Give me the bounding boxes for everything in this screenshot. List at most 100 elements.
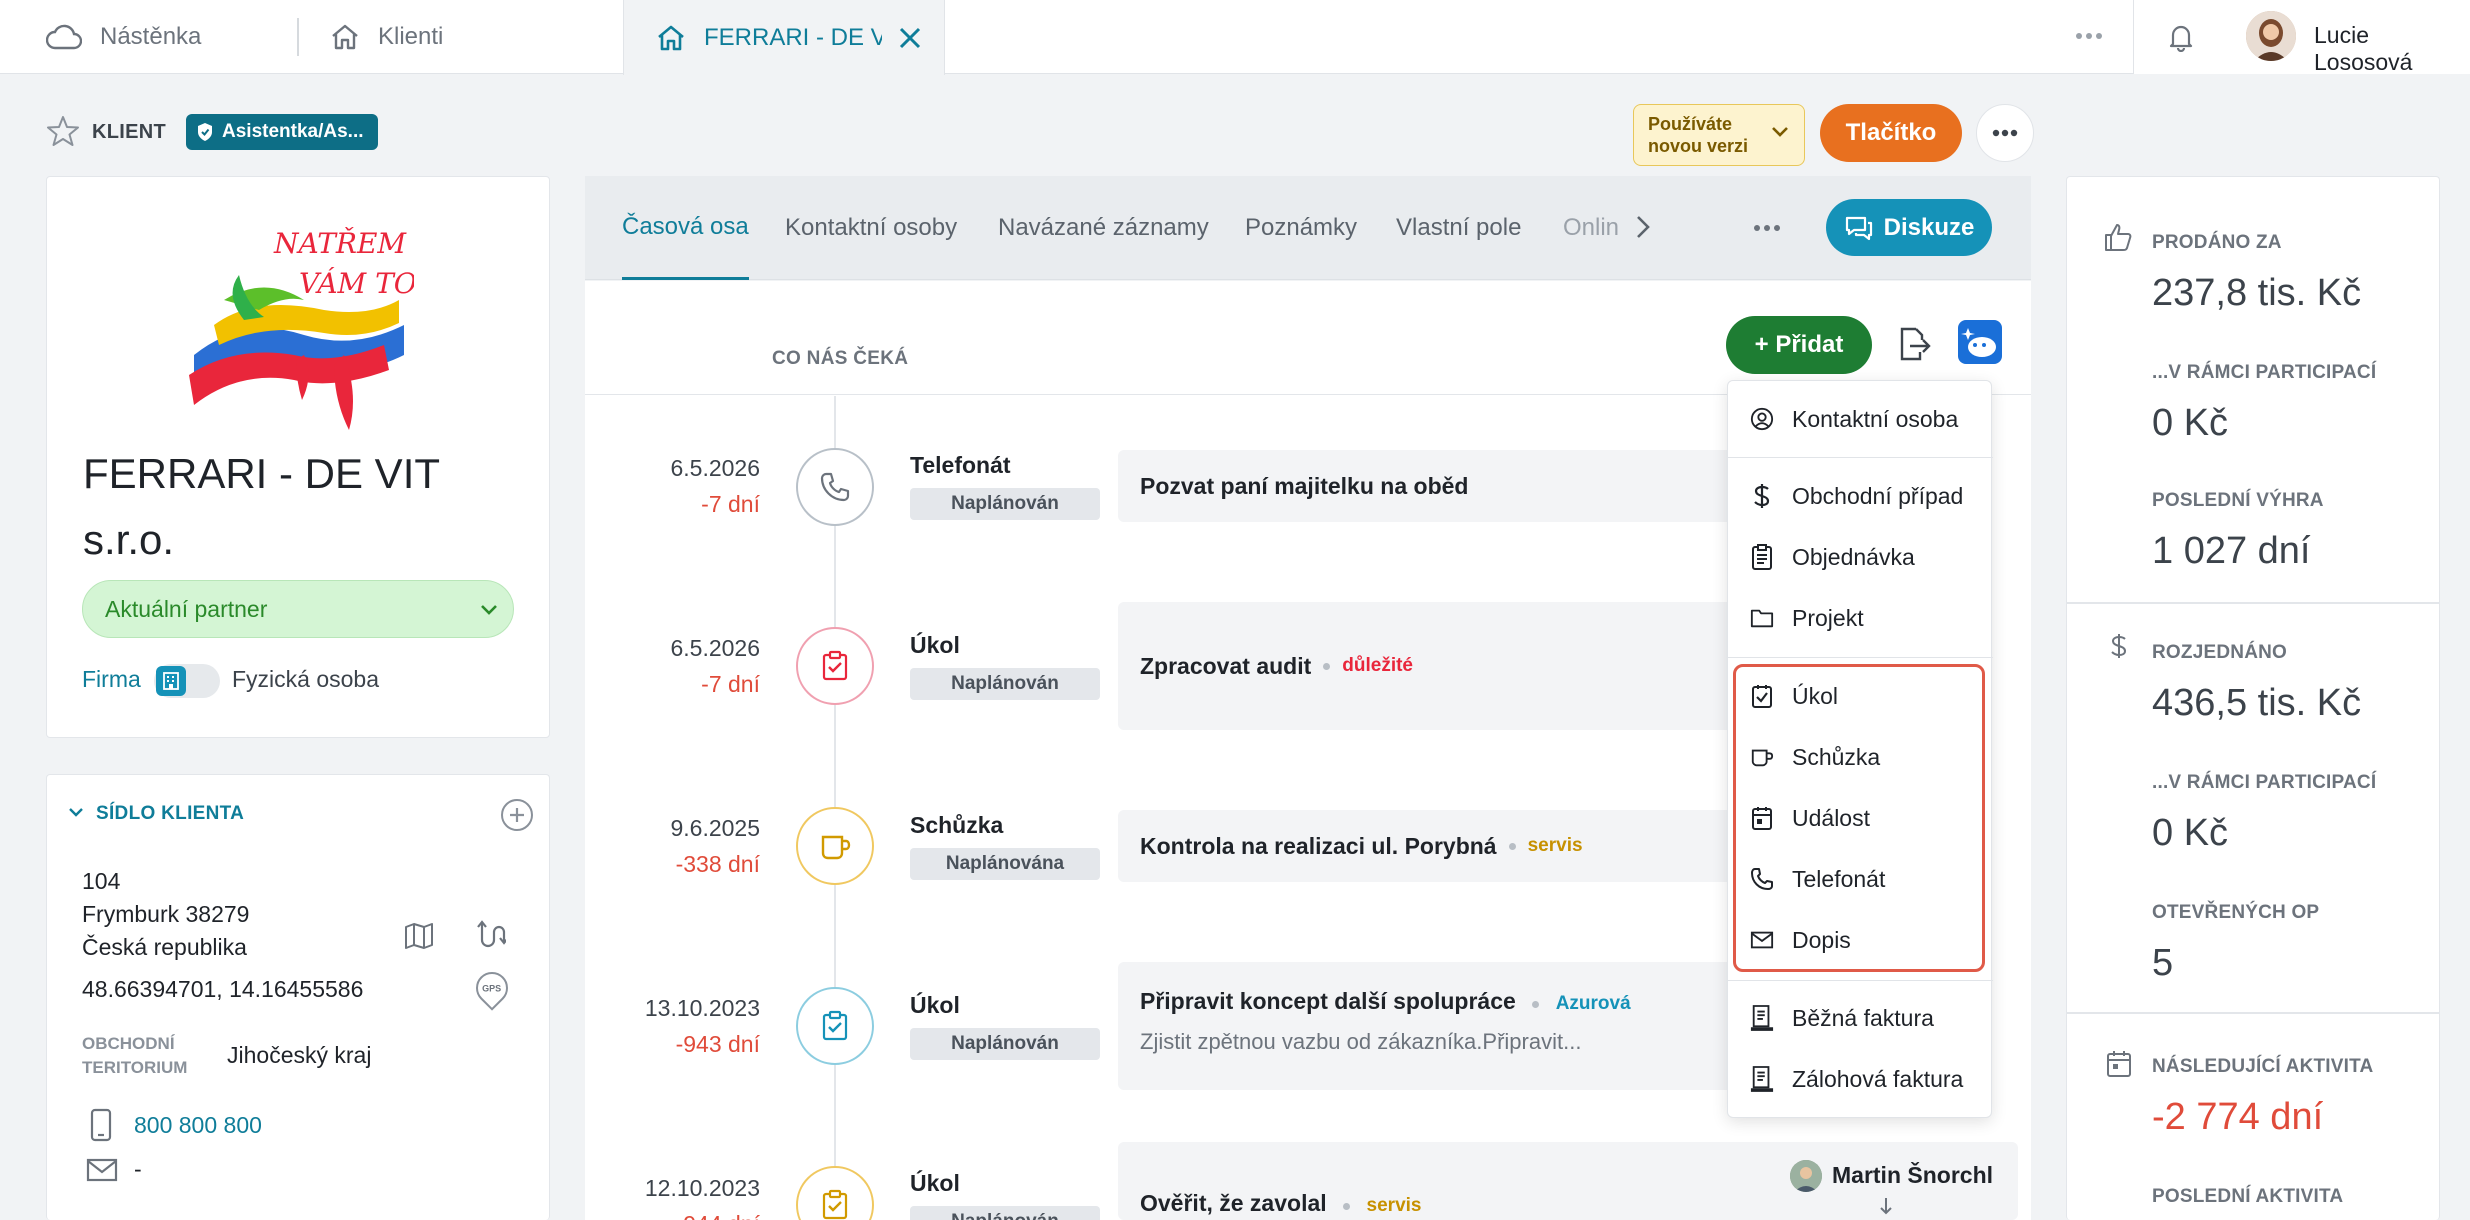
contact-person-icon <box>1750 406 1774 432</box>
menu-item-label: Kontaktní osoba <box>1792 405 1959 432</box>
row-date-value: 6.5.2026 <box>670 635 760 661</box>
activity-card[interactable]: Pozvat paní majitelku na oběd <box>1118 450 1738 522</box>
chevron-down-icon <box>1770 125 1790 139</box>
row-date: 6.5.2026 -7 dní <box>600 450 760 522</box>
status-badge: Naplánován <box>910 488 1100 520</box>
tab-contact-persons[interactable]: Kontaktní osoby <box>785 176 957 280</box>
sold-value: 237,8 tis. Kč <box>2152 272 2362 314</box>
map-icon[interactable] <box>404 922 434 950</box>
advance-invoice-icon <box>1750 1064 1774 1094</box>
activity-tag: servis <box>1527 835 1583 856</box>
tab-clients[interactable]: Klienti <box>330 0 443 74</box>
version-notice[interactable]: Používáte novou verzi <box>1633 104 1805 166</box>
phone-link[interactable]: 800 800 800 <box>134 1112 262 1139</box>
menu-item-label: Zálohová faktura <box>1792 1065 1964 1092</box>
tab-linked-records[interactable]: Navázané záznamy <box>998 176 1209 280</box>
last-win-label: POSLEDNÍ VÝHRA <box>2152 490 2324 511</box>
open-deals-label: OTEVŘENÝCH OP <box>2152 902 2320 923</box>
activity-card[interactable]: Zpracovat audit důležité <box>1118 602 1738 730</box>
menu-item-advance-invoice[interactable]: Zálohová faktura <box>1728 1049 1993 1109</box>
more-horizontal-icon[interactable] <box>1753 224 1781 232</box>
row-date-value: 13.10.2023 <box>644 995 760 1021</box>
export-icon[interactable] <box>1896 326 1932 362</box>
menu-item-label: Běžná faktura <box>1792 1004 1934 1031</box>
tab-timeline[interactable]: Časová osa <box>622 176 749 280</box>
client-logo: NATŘEM VÁM TO <box>184 205 414 435</box>
negotiated-value: 436,5 tis. Kč <box>2152 682 2362 724</box>
menu-item-order[interactable]: Objednávka <box>1728 527 1993 587</box>
primary-action-button[interactable]: Tlačítko <box>1820 104 1962 162</box>
client-status-select[interactable]: Aktuální partner <box>82 580 514 638</box>
menu-item-label: Projekt <box>1792 604 1864 631</box>
menu-item-invoice[interactable]: Běžná faktura <box>1728 988 1993 1048</box>
type-company-label[interactable]: Firma <box>82 666 141 693</box>
tab-notes[interactable]: Poznámky <box>1245 176 1357 280</box>
row-relative-days: -943 dní <box>675 1031 760 1057</box>
open-deals-value: 5 <box>2152 942 2174 984</box>
discussion-button[interactable]: Diskuze <box>1826 199 1992 256</box>
negotiated-label: ROZJEDNÁNO <box>2152 642 2288 663</box>
menu-item-label: Obchodní případ <box>1792 482 1964 509</box>
chevron-right-icon[interactable] <box>1635 214 1651 240</box>
type-person-label[interactable]: Fyzická osoba <box>232 666 379 693</box>
tab-client-detail[interactable]: FERRARI - DE VIT <box>623 0 945 75</box>
tab-custom-fields[interactable]: Vlastní pole <box>1396 176 1521 280</box>
main-tab-bar: Časová osa Kontaktní osoby Navázané zázn… <box>585 176 2031 280</box>
avatar[interactable] <box>2246 11 2296 61</box>
divider <box>2066 1012 2440 1014</box>
more-horizontal-icon[interactable] <box>2075 24 2103 48</box>
more-actions-button[interactable] <box>1976 104 2034 162</box>
tab-online[interactable]: Onlin <box>1563 176 1619 280</box>
activity-tag: servis <box>1366 1195 1422 1216</box>
next-activity-label: NÁSLEDUJÍCÍ AKTIVITA <box>2152 1056 2374 1077</box>
favorite-star-icon[interactable] <box>46 114 80 148</box>
avatar <box>1790 1160 1822 1192</box>
route-icon[interactable] <box>476 920 506 952</box>
menu-item-project[interactable]: Projekt <box>1728 588 1993 648</box>
role-badge[interactable]: Asistentka/As... <box>186 114 378 150</box>
sold-participation-value: 0 Kč <box>2152 402 2229 444</box>
ai-assistant-icon[interactable] <box>1958 320 2002 364</box>
version-notice-line1: Používáte <box>1648 114 1733 134</box>
more-horizontal-icon <box>1992 129 2018 137</box>
client-type-toggle[interactable] <box>154 664 220 698</box>
menu-divider <box>1728 657 1993 658</box>
negotiated-participation-value: 0 Kč <box>2152 812 2229 854</box>
close-icon[interactable] <box>898 26 922 50</box>
territory-label-line1: OBCHODNÍ <box>82 1034 175 1053</box>
role-badge-label: Asistentka/As... <box>222 121 364 142</box>
mobile-phone-icon <box>90 1108 112 1142</box>
activity-card[interactable]: Kontrola na realizaci ul. Porybná servis <box>1118 810 1738 882</box>
phone-icon <box>796 448 874 526</box>
user-name[interactable]: Lucie Lososová <box>2314 22 2470 76</box>
row-date: 13.10.2023 -943 dní <box>600 990 760 1062</box>
shield-icon <box>196 122 214 142</box>
territory-value: Jihočeský kraj <box>227 1042 372 1068</box>
activity-card[interactable]: Připravit koncept další spolupráce Azuro… <box>1118 962 1738 1090</box>
tab-client-detail-label: FERRARI - DE VIT <box>704 23 882 51</box>
menu-item-deal[interactable]: Obchodní případ <box>1728 466 1993 526</box>
activity-tag: důležité <box>1342 655 1413 676</box>
activity-type: Úkol <box>910 632 960 658</box>
arrow-down-icon <box>1878 1196 1894 1216</box>
tab-dashboard-label: Nástěnka <box>100 23 202 50</box>
gps-coordinates: 48.66394701, 14.16455586 <box>82 976 364 1002</box>
row-relative-days: -338 dní <box>675 851 760 877</box>
add-circle-icon[interactable] <box>500 798 534 832</box>
upcoming-section-label: CO NÁS ČEKÁ <box>772 348 909 369</box>
logo-text-1: NATŘEM <box>273 227 407 260</box>
address-section-title[interactable]: SÍDLO KLIENTA <box>96 803 244 825</box>
address-city: Frymburk 38279 <box>82 901 250 927</box>
row-date-value: 12.10.2023 <box>644 1175 760 1201</box>
assignee-name: Martin Šnorchl <box>1832 1162 1994 1188</box>
status-badge: Naplánován <box>910 1206 1100 1220</box>
bell-icon[interactable] <box>2168 22 2194 52</box>
tab-dashboard[interactable]: Nástěnka <box>46 0 201 74</box>
version-notice-line2: novou verzi <box>1648 136 1749 156</box>
activity-description: Zjistit zpětnou vazbu od zákazníka.Připr… <box>1140 1029 1582 1054</box>
chevron-down-icon[interactable] <box>68 806 84 818</box>
separator-dot <box>1323 662 1331 670</box>
add-button[interactable]: + Přidat <box>1726 316 1872 374</box>
meeting-cup-icon <box>796 807 874 885</box>
menu-item-contact-person[interactable]: Kontaktní osoba <box>1728 389 1993 449</box>
